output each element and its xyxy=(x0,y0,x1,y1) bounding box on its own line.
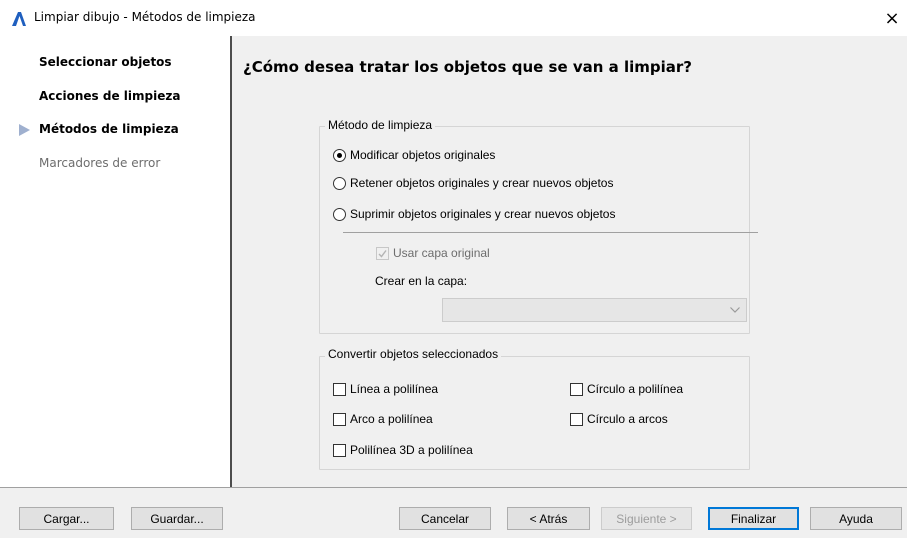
next-button: Siguiente > xyxy=(601,507,692,530)
checkbox-label: Polilínea 3D a polilínea xyxy=(350,443,473,457)
checkbox-label: Círculo a polilínea xyxy=(587,382,684,396)
chevron-down-icon xyxy=(724,299,746,321)
radio-label: Modificar objetos originales xyxy=(350,148,496,162)
page-heading: ¿Cómo desea tratar los objetos que se va… xyxy=(243,58,693,76)
autocad-logo-icon xyxy=(12,12,26,26)
checkbox-label: Círculo a arcos xyxy=(587,412,668,426)
nav-item-acciones-de-limpieza[interactable]: Acciones de limpieza xyxy=(39,89,180,103)
checkbox[interactable] xyxy=(333,412,346,426)
close-icon: × xyxy=(884,7,900,29)
checkbox xyxy=(376,246,389,260)
radio-label: Retener objetos originales y crear nuevo… xyxy=(350,176,614,190)
nav-item-seleccionar-objetos[interactable]: Seleccionar objetos xyxy=(39,55,172,69)
checkbox-circle-to-arcs[interactable]: Círculo a arcos xyxy=(570,412,668,426)
help-button[interactable]: Ayuda xyxy=(810,507,902,530)
radio-button[interactable] xyxy=(333,148,346,162)
radio-delete-originals[interactable]: Suprimir objetos originales y crear nuev… xyxy=(333,207,615,221)
checkbox[interactable] xyxy=(333,443,346,457)
radio-label: Suprimir objetos originales y crear nuev… xyxy=(350,207,616,221)
close-button[interactable]: × xyxy=(877,0,907,36)
window-title: Limpiar dibujo - Métodos de limpieza xyxy=(34,10,256,24)
wizard-steps-panel xyxy=(0,36,230,487)
checkbox-label: Línea a polilínea xyxy=(350,382,439,396)
cleanup-method-legend: Método de limpieza xyxy=(325,118,436,132)
load-button[interactable]: Cargar... xyxy=(19,507,114,530)
radio-modify-originals[interactable]: Modificar objetos originales xyxy=(333,148,495,162)
radio-button[interactable] xyxy=(333,207,346,221)
cancel-button[interactable]: Cancelar xyxy=(399,507,491,530)
checkbox-circle-to-polyline[interactable]: Círculo a polilínea xyxy=(570,382,683,396)
radio-button[interactable] xyxy=(333,176,346,190)
finish-button[interactable]: Finalizar xyxy=(708,507,799,530)
layer-dropdown[interactable] xyxy=(442,298,747,322)
use-original-layer-checkbox: Usar capa original xyxy=(376,246,490,260)
create-layer-label: Crear en la capa: xyxy=(375,274,468,288)
separator xyxy=(343,232,758,233)
convert-objects-legend: Convertir objetos seleccionados xyxy=(325,347,502,361)
checkmark-icon xyxy=(378,249,387,258)
checkbox[interactable] xyxy=(333,382,346,396)
checkbox-label: Usar capa original xyxy=(393,246,490,260)
checkbox-arc-to-polyline[interactable]: Arco a polilínea xyxy=(333,412,433,426)
current-step-arrow-icon xyxy=(19,124,30,136)
nav-item-metodos-de-limpieza[interactable]: Métodos de limpieza xyxy=(39,122,179,136)
save-button[interactable]: Guardar... xyxy=(131,507,223,530)
checkbox[interactable] xyxy=(570,412,583,426)
radio-retain-originals[interactable]: Retener objetos originales y crear nuevo… xyxy=(333,176,613,190)
checkbox-3d-polyline-to-polyline[interactable]: Polilínea 3D a polilínea xyxy=(333,443,473,457)
checkbox[interactable] xyxy=(570,382,583,396)
title-bar: Limpiar dibujo - Métodos de limpieza × xyxy=(0,0,907,36)
checkbox-line-to-polyline[interactable]: Línea a polilínea xyxy=(333,382,438,396)
checkbox-label: Arco a polilínea xyxy=(350,412,433,426)
back-button[interactable]: < Atrás xyxy=(507,507,590,530)
nav-item-marcadores-de-error: Marcadores de error xyxy=(39,156,161,170)
